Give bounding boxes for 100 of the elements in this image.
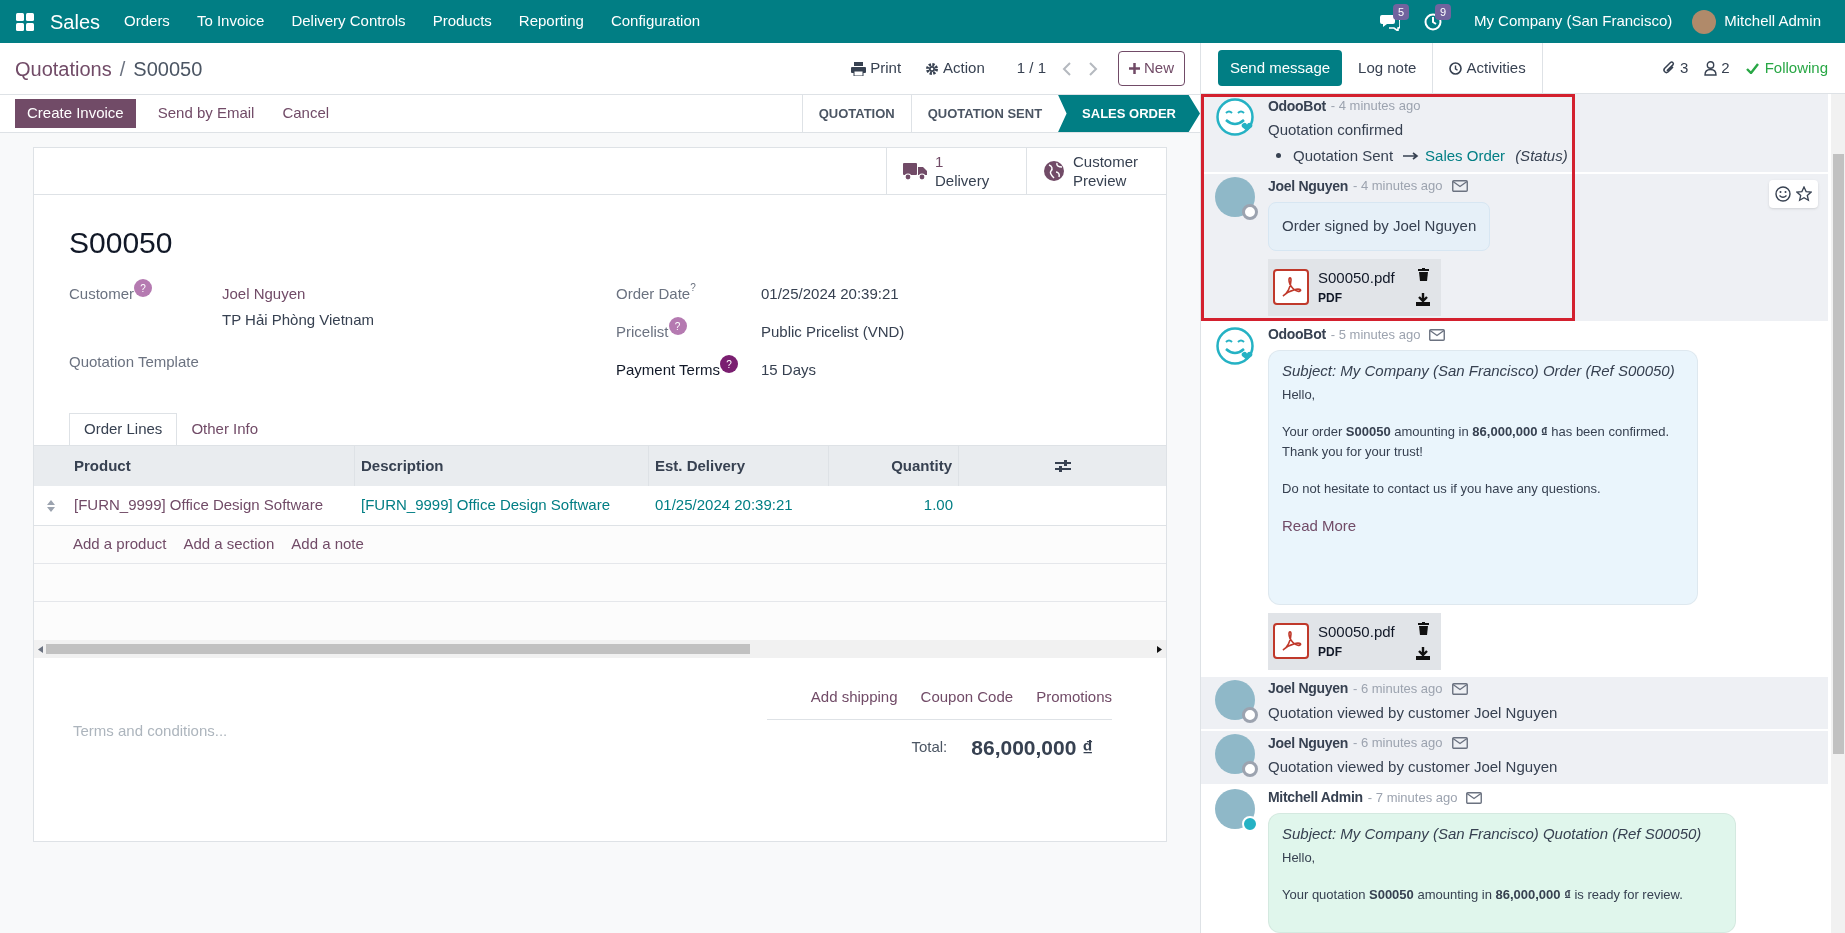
column-settings-icon <box>1054 459 1071 473</box>
field-label: Quotation Template <box>69 352 199 372</box>
trash-icon <box>1417 268 1429 281</box>
horizontal-scrollbar[interactable] <box>34 640 1166 658</box>
help-icon[interactable]: ? <box>690 280 696 295</box>
attachment-card[interactable]: S00050.pdf PDF <box>1268 258 1441 316</box>
company-switcher[interactable]: My Company (San Francisco) <box>1473 10 1673 33</box>
footer-link[interactable]: Promotions <box>1036 686 1112 709</box>
menu-item[interactable]: Products <box>432 10 492 33</box>
action-button[interactable]: Action <box>925 57 985 80</box>
attachments-button[interactable]: 3 <box>1661 43 1689 93</box>
activity-count: 9 <box>1434 3 1451 20</box>
read-more-link[interactable]: Read More <box>1282 515 1684 536</box>
total-amount: 86,000,000 ₫ <box>971 734 1093 761</box>
message-text: Quotation viewed by customer Joel Nguyen <box>1268 757 1559 777</box>
scroll-left-icon <box>38 645 43 653</box>
author-name[interactable]: OdooBot <box>1268 95 1326 117</box>
menu-item[interactable]: Delivery Controls <box>291 10 406 33</box>
apps-menu-icon <box>16 12 34 31</box>
message-time: - 5 minutes ago <box>1330 325 1421 344</box>
email-paragraph: Your order S00050 amounting in 86,000,000 ₫ has been confirmed. <box>1282 422 1671 441</box>
field-label: Pricelist <box>616 322 669 342</box>
action-button[interactable]: Send by Email <box>147 99 265 128</box>
download-icon <box>1416 647 1430 660</box>
attachment-card[interactable]: S00050.pdf PDF <box>1268 612 1441 670</box>
tracking-new-value: Sales Order <box>1425 145 1506 166</box>
author-name[interactable]: OdooBot <box>1268 324 1326 345</box>
reaction-toolbar[interactable] <box>1769 180 1818 208</box>
email-subject: Subject: My Company (San Francisco) Quotation (Ref S00050) <box>1282 823 1703 844</box>
smart-button[interactable]: 1 Delivery <box>886 148 1026 194</box>
truck-icon <box>903 161 927 181</box>
status-stage[interactable]: QUOTATION <box>801 95 911 132</box>
action-button[interactable]: Cancel <box>272 99 340 128</box>
pager-value: 1 / 1 <box>1016 58 1046 79</box>
menu-item[interactable]: To Invoice <box>196 10 265 33</box>
breadcrumb-link[interactable]: Quotations <box>15 53 112 84</box>
author-name[interactable]: Mitchell Admin <box>1268 787 1363 808</box>
footer-link[interactable]: Coupon Code <box>920 686 1014 709</box>
add-line-link[interactable]: Add a section <box>183 533 275 556</box>
action-button[interactable]: Create Invoice <box>15 99 136 128</box>
form-tab[interactable]: Other Info <box>177 413 273 446</box>
email-paragraph: Do not hesitate to contact us if you have any questions. <box>1282 479 1602 498</box>
scrollbar-thumb[interactable] <box>1832 154 1844 754</box>
pdf-file-icon <box>1273 623 1309 659</box>
chat-bubbles-icon <box>1379 12 1400 31</box>
smiley-icon <box>1775 186 1791 202</box>
chatter-tab[interactable]: Activities <box>1433 43 1543 93</box>
total-label: Total: <box>911 737 948 757</box>
menu-item[interactable]: Configuration <box>610 10 701 33</box>
message-time: - 4 minutes ago <box>1330 97 1421 116</box>
status-stage[interactable]: SALES ORDER <box>1058 95 1200 132</box>
tracking-field: (Status) <box>1515 144 1568 167</box>
check-icon <box>1745 62 1759 74</box>
customer-link[interactable]: Joel Nguyen <box>222 283 375 306</box>
gear-icon <box>925 61 940 76</box>
message-time: - 6 minutes ago <box>1352 679 1443 698</box>
chatter-tab[interactable]: Log note <box>1342 43 1434 93</box>
footer-link[interactable]: Add shipping <box>810 686 898 709</box>
followers-button[interactable]: 2 <box>1704 43 1730 93</box>
table-cell-text: [FURN_9999] Office Design Software <box>360 495 611 516</box>
app-title[interactable]: Sales <box>50 6 101 37</box>
paperclip-icon <box>1661 60 1676 76</box>
author-name[interactable]: Joel Nguyen <box>1268 678 1348 699</box>
menu-item[interactable]: Orders <box>124 10 170 33</box>
user-menu[interactable]: Mitchell Admin <box>1724 10 1821 33</box>
help-icon[interactable]: ? <box>719 355 738 373</box>
table-cell-text: 01/25/2024 20:39:21 <box>654 495 794 516</box>
add-line-link[interactable]: Add a product <box>73 533 167 556</box>
chatter-tab[interactable]: Send message <box>1218 50 1343 86</box>
envelope-icon <box>1429 328 1446 341</box>
record-title: S00050 <box>69 225 174 261</box>
menu-item[interactable]: Reporting <box>518 10 584 33</box>
envelope-icon <box>1451 180 1468 192</box>
star-icon <box>1796 186 1812 202</box>
user-avatar <box>1692 9 1717 34</box>
message-time: - 7 minutes ago <box>1367 788 1458 807</box>
add-line-link[interactable]: Add a note <box>291 533 364 556</box>
print-button[interactable]: Print <box>851 57 902 80</box>
email-paragraph: Hello, <box>1282 385 1317 404</box>
clock-icon <box>1423 12 1442 31</box>
smart-button[interactable]: Customer Preview <box>1026 148 1166 194</box>
scrollbar-thumb[interactable] <box>46 644 750 654</box>
author-name[interactable]: Joel Nguyen <box>1268 175 1348 197</box>
smiley-robot-icon <box>1215 97 1255 137</box>
status-stage[interactable]: QUOTATION SENT <box>910 95 1059 132</box>
pdf-file-icon <box>1273 269 1309 305</box>
author-name[interactable]: Joel Nguyen <box>1268 732 1348 754</box>
tracking-old-value: Quotation Sent <box>1293 145 1394 166</box>
field-value: 01/25/2024 20:39:21 <box>761 284 899 304</box>
envelope-icon <box>1451 682 1468 695</box>
form-tab[interactable]: Order Lines <box>69 413 178 446</box>
new-button[interactable]: New <box>1118 51 1185 86</box>
email-paragraph: Hello, <box>1282 848 1317 867</box>
globe-icon <box>1043 160 1065 182</box>
email-paragraph: Thank you for your trust! <box>1282 442 1424 461</box>
message-time: - 6 minutes ago <box>1352 734 1443 753</box>
vertical-scrollbar[interactable] <box>1831 94 1845 933</box>
field-label: Payment Terms <box>616 360 720 380</box>
message-text: Quotation confirmed <box>1268 120 1405 140</box>
download-icon <box>1416 293 1430 306</box>
